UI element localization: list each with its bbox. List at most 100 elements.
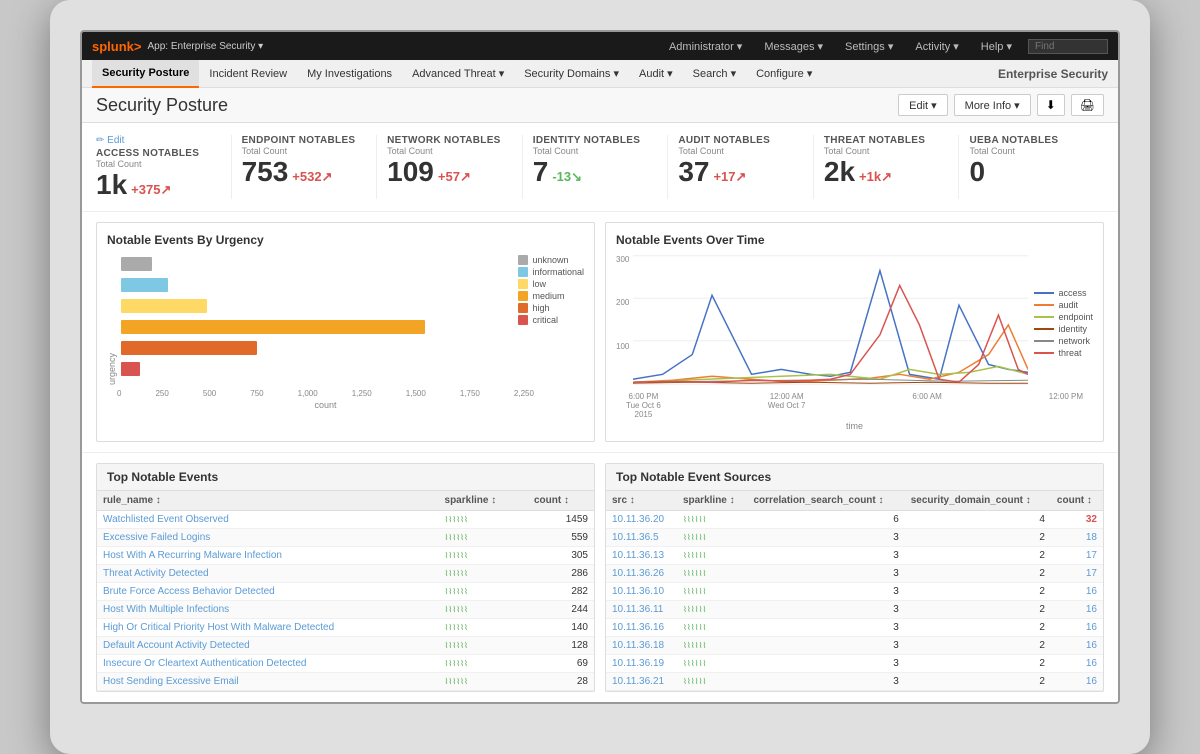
admin-menu[interactable]: Administrator ▾ bbox=[669, 40, 742, 53]
cell-rule-name[interactable]: Excessive Failed Logins bbox=[97, 529, 439, 547]
stat-identity-value: 7 bbox=[533, 158, 549, 186]
page-header: Security Posture Edit ▾ More Info ▾ ⬇ 🖨 bbox=[82, 88, 1118, 123]
cell-rule-name[interactable]: Watchlisted Event Observed bbox=[97, 511, 439, 529]
nav-configure[interactable]: Configure ▾ bbox=[746, 60, 822, 88]
cell-rule-name[interactable]: Brute Force Access Behavior Detected bbox=[97, 583, 439, 601]
line-chart-area: 300 200 100 bbox=[616, 255, 1093, 390]
download-button[interactable]: ⬇ bbox=[1037, 94, 1065, 116]
cell-src-sparkline: ⌇⌇⌇⌇⌇⌇ bbox=[677, 583, 748, 601]
stat-access-sublabel: Total Count bbox=[96, 159, 221, 169]
cell-src[interactable]: 10.11.36.16 bbox=[606, 619, 677, 637]
stat-endpoint-sublabel: Total Count bbox=[242, 146, 367, 156]
find-input[interactable] bbox=[1028, 39, 1108, 54]
legend-high: high bbox=[518, 303, 584, 313]
x-tick-2,250: 2,250 bbox=[514, 389, 534, 398]
y-tick-100: 100 bbox=[616, 342, 629, 351]
print-button[interactable]: 🖨 bbox=[1071, 94, 1104, 116]
stat-access-delta: +375 bbox=[131, 182, 171, 198]
settings-menu[interactable]: Settings ▾ bbox=[845, 40, 893, 53]
cell-sec: 2 bbox=[905, 583, 1051, 601]
cell-src[interactable]: 10.11.36.26 bbox=[606, 565, 677, 583]
x-label-3: 6:00 AM bbox=[912, 392, 941, 419]
top-notable-events-title: Top Notable Events bbox=[97, 464, 594, 491]
cell-src-count: 16 bbox=[1051, 619, 1103, 637]
line-chart-svg-container bbox=[633, 255, 1028, 390]
cell-src[interactable]: 10.11.36.21 bbox=[606, 673, 677, 691]
cell-src[interactable]: 10.11.36.18 bbox=[606, 637, 677, 655]
cell-rule-name[interactable]: Threat Activity Detected bbox=[97, 565, 439, 583]
cell-rule-name[interactable]: Host Sending Excessive Email bbox=[97, 673, 439, 691]
cell-src-sparkline: ⌇⌇⌇⌇⌇⌇ bbox=[677, 547, 748, 565]
splunk-logo: splunk> bbox=[92, 39, 142, 54]
help-menu[interactable]: Help ▾ bbox=[981, 40, 1012, 53]
cell-src[interactable]: 10.11.36.19 bbox=[606, 655, 677, 673]
app-label[interactable]: App: Enterprise Security ▾ bbox=[148, 41, 264, 52]
col-sparkline[interactable]: sparkline ↕ bbox=[439, 491, 528, 511]
page-title: Security Posture bbox=[96, 95, 898, 116]
cell-rule-name[interactable]: High Or Critical Priority Host With Malw… bbox=[97, 619, 439, 637]
cell-rule-name[interactable]: Host With Multiple Infections bbox=[97, 601, 439, 619]
nav-search[interactable]: Search ▾ bbox=[683, 60, 746, 88]
nav-security-posture[interactable]: Security Posture bbox=[92, 60, 199, 88]
nav-security-domains[interactable]: Security Domains ▾ bbox=[514, 60, 629, 88]
stat-access-edit[interactable]: ✏ Edit bbox=[96, 135, 221, 146]
cell-sec: 2 bbox=[905, 601, 1051, 619]
stat-ueba-value-row: 0 bbox=[969, 158, 1094, 186]
top-notable-sources-panel: Top Notable Event Sources src ↕ sparklin… bbox=[605, 463, 1104, 692]
stat-ueba-sublabel: Total Count bbox=[969, 146, 1094, 156]
cell-sec: 2 bbox=[905, 673, 1051, 691]
cell-corr: 3 bbox=[747, 565, 904, 583]
top-notable-events-panel: Top Notable Events rule_name ↕ sparkline… bbox=[96, 463, 595, 692]
col-corr-count[interactable]: correlation_search_count ↕ bbox=[747, 491, 904, 511]
cell-corr: 3 bbox=[747, 529, 904, 547]
legend-threat: threat bbox=[1034, 348, 1093, 358]
line-chart-x-labels: 6:00 PMTue Oct 62015 12:00 AMWed Oct 7 6… bbox=[616, 392, 1093, 419]
cell-corr: 3 bbox=[747, 583, 904, 601]
col-src-count[interactable]: count ↕ bbox=[1051, 491, 1103, 511]
stat-network-value-row: 109 +57 bbox=[387, 158, 512, 186]
cell-src[interactable]: 10.11.36.10 bbox=[606, 583, 677, 601]
cell-src[interactable]: 10.11.36.20 bbox=[606, 511, 677, 529]
stat-ueba-label: UEBA NOTABLES bbox=[969, 135, 1094, 146]
col-count[interactable]: count ↕ bbox=[528, 491, 594, 511]
table-row: 10.11.36.11 ⌇⌇⌇⌇⌇⌇ 3 2 16 bbox=[606, 601, 1103, 619]
stat-access-label: ACCESS NOTABLES bbox=[96, 148, 221, 159]
cell-rule-name[interactable]: Default Account Activity Detected bbox=[97, 637, 439, 655]
cell-count: 69 bbox=[528, 655, 594, 673]
nav-incident-review[interactable]: Incident Review bbox=[199, 60, 297, 88]
stat-ueba-value: 0 bbox=[969, 158, 985, 186]
nav-audit[interactable]: Audit ▾ bbox=[629, 60, 683, 88]
table-row: 10.11.36.26 ⌇⌇⌇⌇⌇⌇ 3 2 17 bbox=[606, 565, 1103, 583]
x-tick-1,250: 1,250 bbox=[352, 389, 372, 398]
header-buttons: Edit ▾ More Info ▾ ⬇ 🖨 bbox=[898, 94, 1104, 116]
edit-button[interactable]: Edit ▾ bbox=[898, 94, 948, 116]
more-info-button[interactable]: More Info ▾ bbox=[954, 94, 1031, 116]
col-src-sparkline[interactable]: sparkline ↕ bbox=[677, 491, 748, 511]
nav-advanced-threat[interactable]: Advanced Threat ▾ bbox=[402, 60, 514, 88]
cell-src[interactable]: 10.11.36.13 bbox=[606, 547, 677, 565]
cell-corr: 6 bbox=[747, 511, 904, 529]
cell-src-sparkline: ⌇⌇⌇⌇⌇⌇ bbox=[677, 655, 748, 673]
cell-rule-name[interactable]: Host With A Recurring Malware Infection bbox=[97, 547, 439, 565]
cell-corr: 3 bbox=[747, 601, 904, 619]
line-chart-svg bbox=[633, 255, 1028, 385]
col-rule-name[interactable]: rule_name ↕ bbox=[97, 491, 439, 511]
cell-sparkline: ⌇⌇⌇⌇⌇⌇ bbox=[439, 565, 528, 583]
cell-src-sparkline: ⌇⌇⌇⌇⌇⌇ bbox=[677, 619, 748, 637]
legend-low: low bbox=[518, 279, 584, 289]
cell-src[interactable]: 10.11.36.5 bbox=[606, 529, 677, 547]
cell-sparkline: ⌇⌇⌇⌇⌇⌇ bbox=[439, 547, 528, 565]
nav-my-investigations[interactable]: My Investigations bbox=[297, 60, 402, 88]
legend-unknown: unknown bbox=[518, 255, 584, 265]
cell-src[interactable]: 10.11.36.11 bbox=[606, 601, 677, 619]
stat-network-sublabel: Total Count bbox=[387, 146, 512, 156]
line-chart-panel: Notable Events Over Time 300 200 100 bbox=[605, 222, 1104, 442]
col-sec-domain-count[interactable]: security_domain_count ↕ bbox=[905, 491, 1051, 511]
activity-menu[interactable]: Activity ▾ bbox=[915, 40, 958, 53]
messages-menu[interactable]: Messages ▾ bbox=[764, 40, 823, 53]
cell-rule-name[interactable]: Insecure Or Cleartext Authentication Det… bbox=[97, 655, 439, 673]
cell-corr: 3 bbox=[747, 637, 904, 655]
col-src[interactable]: src ↕ bbox=[606, 491, 677, 511]
cell-sec: 2 bbox=[905, 637, 1051, 655]
cell-src-count: 16 bbox=[1051, 601, 1103, 619]
